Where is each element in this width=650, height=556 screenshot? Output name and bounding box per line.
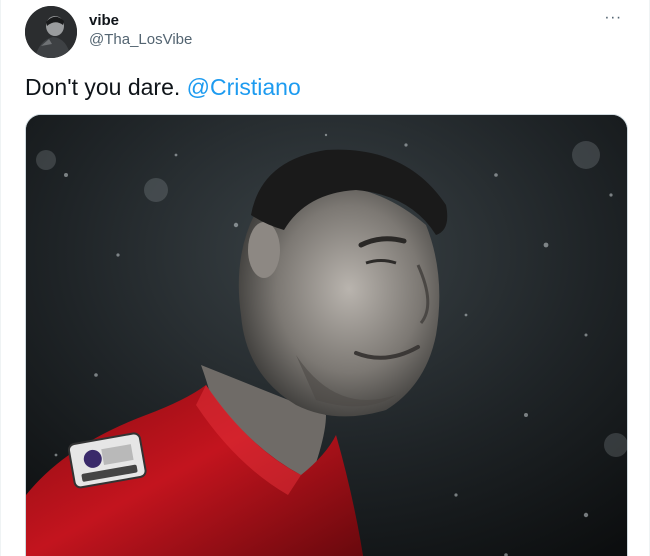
tweet-text: Don't you dare. @Cristiano [25,72,301,102]
author-names: vibe @Tha_LosVibe [89,12,192,50]
author-display-name[interactable]: vibe [89,12,192,30]
more-options-icon[interactable]: ··· [603,10,623,32]
mention-link[interactable]: @Cristiano [187,74,301,100]
avatar-photo-icon [25,6,77,58]
tweet-card[interactable]: vibe @Tha_LosVibe ··· Don't you dare. @C… [0,0,650,556]
tweet-text-body: Don't you dare. [25,74,187,100]
photo-image-icon [26,115,627,556]
tweet-header: vibe @Tha_LosVibe ··· [25,6,633,60]
tweet-media-photo[interactable] [25,114,628,556]
author-handle[interactable]: @Tha_LosVibe [89,30,192,50]
author-avatar[interactable] [25,6,77,58]
